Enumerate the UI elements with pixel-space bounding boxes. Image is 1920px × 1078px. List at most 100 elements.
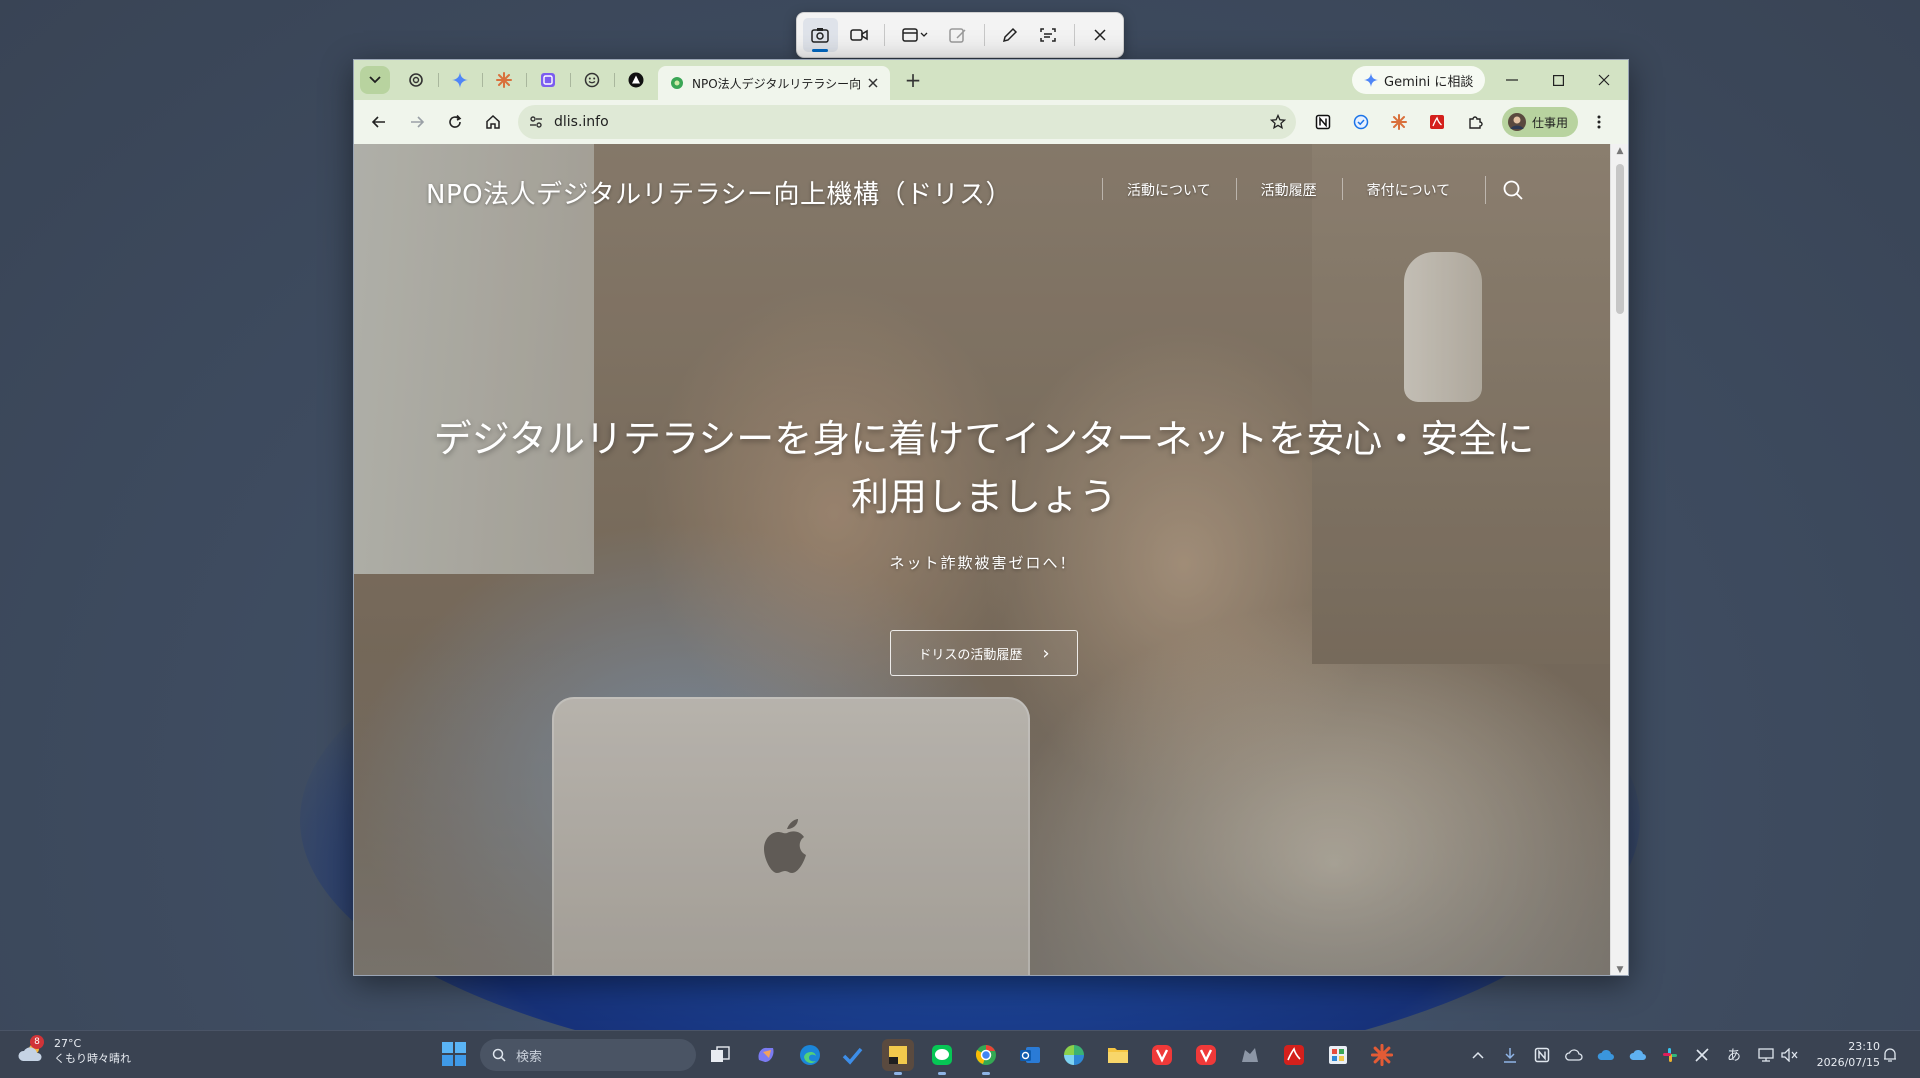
site-settings-icon[interactable] [528, 114, 544, 130]
home-icon [486, 114, 500, 129]
forward-button[interactable] [400, 105, 434, 139]
activity-history-button[interactable]: ドリスの活動履歴 › [890, 630, 1078, 676]
tray-notion-icon[interactable] [1532, 1045, 1552, 1065]
checkmark-icon [842, 1047, 863, 1065]
tray-onedrive-business-icon[interactable] [1628, 1045, 1648, 1065]
extension-claude[interactable] [1382, 105, 1416, 139]
arrow-right-icon [411, 116, 425, 128]
site-search-button[interactable] [1485, 176, 1527, 204]
address-bar[interactable]: dlis.info [518, 105, 1296, 139]
notification-center-icon[interactable] [1880, 1045, 1900, 1065]
close-icon [1094, 29, 1106, 41]
close-tab-icon[interactable] [868, 78, 878, 88]
extensions-menu-button[interactable] [1458, 105, 1492, 139]
pinned-tab-claude[interactable] [482, 65, 526, 95]
browser-toolbar: dlis.info 仕事用 [354, 100, 1628, 144]
reload-icon [449, 114, 462, 128]
camera-icon [811, 28, 829, 43]
page-scrollbar[interactable]: ▲ ▼ [1610, 144, 1628, 975]
tray-onedrive-icon[interactable] [1596, 1045, 1616, 1065]
cloud-icon [1565, 1049, 1583, 1061]
tray-overflow-icon[interactable] [1468, 1045, 1488, 1065]
gemini-button[interactable]: Gemini に相談 [1352, 66, 1486, 94]
taskbar-app-outlook[interactable] [1014, 1039, 1046, 1071]
search-icon [1503, 180, 1523, 200]
taskbar-app-paint[interactable] [1322, 1039, 1354, 1071]
taskbar-app-notes[interactable] [882, 1039, 914, 1075]
scroll-up-arrow-icon[interactable]: ▲ [1615, 146, 1625, 156]
taskbar-app-edge[interactable] [794, 1039, 826, 1071]
close-snip-button[interactable] [1082, 18, 1117, 52]
scroll-thumb[interactable] [1616, 164, 1624, 314]
taskbar-search[interactable]: 検索 [480, 1039, 696, 1071]
ime-indicator[interactable]: あ [1724, 1045, 1744, 1065]
browser-menu-button[interactable] [1582, 105, 1616, 139]
start-button[interactable] [441, 1041, 469, 1069]
minimize-button[interactable] [1489, 60, 1535, 100]
pinned-tab-chatgpt[interactable] [394, 65, 438, 95]
taskbar-app-copilot[interactable] [750, 1039, 782, 1071]
active-tab[interactable]: NPO法人デジタルリテラシー向上機構 [658, 66, 890, 100]
extension-shield[interactable] [1344, 105, 1378, 139]
site-favicon-icon [671, 77, 683, 89]
puzzle-icon [1469, 116, 1483, 129]
new-tab-button[interactable]: + [896, 63, 930, 97]
reload-button[interactable] [438, 105, 472, 139]
taskbar-app-task-view[interactable] [704, 1039, 736, 1071]
screenshot-mode-button[interactable] [803, 18, 838, 52]
maximize-button[interactable] [1535, 60, 1581, 100]
freeform-snip-button[interactable] [941, 18, 976, 52]
bookmark-star-icon[interactable] [1270, 114, 1286, 130]
tray-volume-icon[interactable] [1780, 1045, 1800, 1065]
download-icon [1504, 1048, 1516, 1063]
taskbar-app-photos[interactable] [1058, 1039, 1090, 1071]
taskbar-app-claude[interactable] [1366, 1039, 1398, 1071]
pinned-tab-smile[interactable] [570, 65, 614, 95]
gemini-button-label: Gemini に相談 [1384, 74, 1474, 90]
tray-network-icon[interactable] [1756, 1045, 1776, 1065]
home-button[interactable] [476, 105, 510, 139]
pinned-tab-app[interactable] [526, 65, 570, 95]
close-window-button[interactable] [1581, 60, 1627, 100]
taskbar-app-file-explorer[interactable] [1102, 1039, 1134, 1071]
taskbar-app-vivaldi-2[interactable] [1190, 1039, 1222, 1071]
scroll-down-arrow-icon[interactable]: ▼ [1615, 965, 1625, 975]
speaker-muted-icon [1781, 1048, 1798, 1062]
nav-link-donation[interactable]: 寄付について [1341, 174, 1476, 206]
onedrive-icon [1629, 1049, 1646, 1060]
pinned-tab-triangle[interactable] [614, 65, 658, 95]
tab-search-button[interactable] [360, 66, 390, 94]
claude-asterisk-icon [1391, 114, 1407, 130]
taskbar-app-todo[interactable] [836, 1039, 868, 1071]
taskbar-app-vivaldi[interactable] [1146, 1039, 1178, 1071]
weather-widget[interactable]: 8 27°C くもり時々晴れ [18, 1035, 131, 1066]
close-icon [1598, 74, 1610, 86]
site-title[interactable]: NPO法人デジタルリテラシー向上機構（ドリス） [426, 174, 1012, 211]
extension-notion[interactable] [1306, 105, 1340, 139]
pen-button[interactable] [993, 18, 1028, 52]
taskbar-app-acrobat[interactable] [1278, 1039, 1310, 1071]
video-mode-button[interactable] [842, 18, 877, 52]
tray-download-icon[interactable] [1500, 1045, 1520, 1065]
notion-icon [1534, 1047, 1550, 1063]
tray-cloud-icon[interactable] [1564, 1045, 1584, 1065]
taskbar-clock[interactable]: 23:10 2026/07/15 [1817, 1039, 1880, 1071]
onedrive-icon [1597, 1049, 1614, 1060]
clock-date: 2026/07/15 [1816, 1056, 1880, 1069]
profile-label: 仕事用 [1532, 115, 1569, 130]
text-actions-button[interactable] [1031, 18, 1066, 52]
extension-acrobat[interactable] [1420, 105, 1454, 139]
nav-link-about[interactable]: 活動について [1102, 174, 1236, 206]
weather-temp: 27°C [54, 1037, 82, 1050]
tray-slack-icon[interactable] [1660, 1045, 1680, 1065]
video-camera-icon [850, 29, 868, 41]
taskbar-app-chrome[interactable] [970, 1039, 1002, 1075]
nav-link-history[interactable]: 活動履歴 [1235, 174, 1342, 206]
pinned-tab-gemini[interactable] [438, 65, 482, 95]
back-button[interactable] [362, 105, 396, 139]
tray-app-icon[interactable] [1692, 1045, 1712, 1065]
profile-button[interactable]: 仕事用 [1502, 107, 1579, 137]
taskbar-app-line[interactable] [926, 1039, 958, 1075]
snip-shape-dropdown[interactable] [893, 18, 937, 52]
taskbar-app-pinned[interactable] [1234, 1039, 1266, 1071]
